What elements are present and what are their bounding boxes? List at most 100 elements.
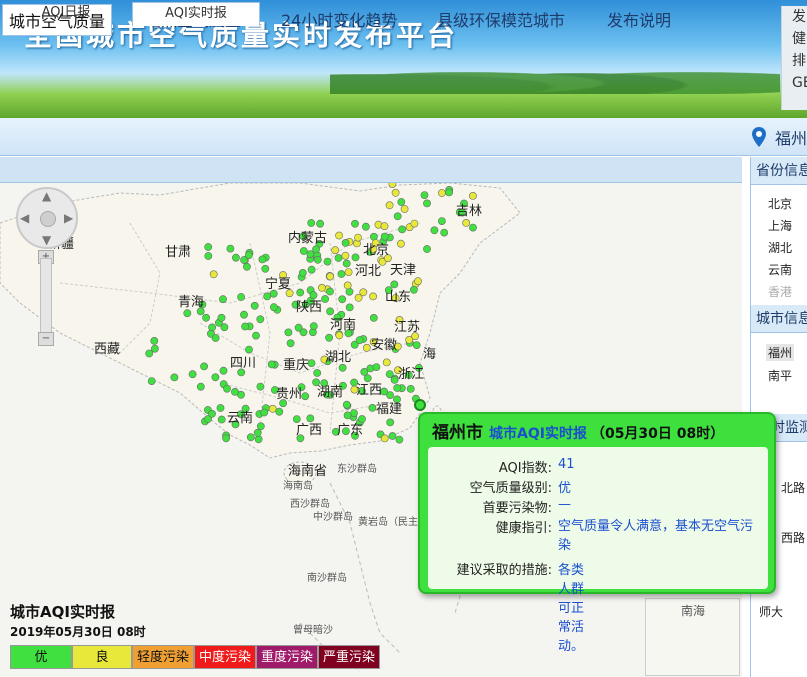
- city-marker[interactable]: [343, 411, 352, 420]
- nav-24h-trend[interactable]: 24小时变化趋势: [281, 7, 397, 31]
- city-marker[interactable]: [437, 217, 446, 225]
- city-marker[interactable]: [355, 336, 364, 345]
- city-marker[interactable]: [440, 228, 449, 237]
- city-marker[interactable]: [211, 373, 220, 382]
- city-marker[interactable]: [414, 277, 422, 286]
- city-marker[interactable]: [313, 369, 322, 377]
- city-marker[interactable]: [334, 254, 343, 262]
- province-item[interactable]: 湖北: [768, 239, 792, 256]
- pan-center-icon[interactable]: [40, 211, 56, 227]
- tab-aqi-daily[interactable]: AQI日报: [0, 2, 132, 26]
- province-item[interactable]: 云南: [768, 261, 792, 278]
- city-marker[interactable]: [345, 303, 354, 312]
- nav-release-notes[interactable]: 发布说明: [607, 7, 671, 31]
- city-marker[interactable]: [469, 223, 477, 232]
- city-marker[interactable]: [380, 434, 389, 443]
- city-item-selected[interactable]: 福州: [766, 344, 795, 361]
- city-marker[interactable]: [410, 219, 419, 228]
- city-marker[interactable]: [263, 292, 272, 301]
- city-marker[interactable]: [269, 303, 278, 312]
- city-marker[interactable]: [145, 349, 154, 358]
- city-marker[interactable]: [354, 233, 362, 242]
- province-item[interactable]: 上海: [768, 217, 792, 234]
- city-marker[interactable]: [306, 250, 315, 258]
- banner-side-line[interactable]: 发: [782, 6, 807, 28]
- city-marker[interactable]: [323, 257, 332, 266]
- pan-up-icon[interactable]: ▲: [42, 189, 51, 203]
- city-marker[interactable]: [351, 219, 359, 228]
- city-marker[interactable]: [217, 415, 226, 424]
- city-marker[interactable]: [267, 360, 276, 369]
- city-marker[interactable]: [301, 392, 310, 401]
- city-marker[interactable]: [372, 363, 381, 371]
- city-marker[interactable]: [388, 432, 397, 440]
- city-marker[interactable]: [226, 244, 235, 253]
- city-marker[interactable]: [216, 404, 225, 412]
- city-marker[interactable]: [344, 268, 353, 276]
- city-marker[interactable]: [196, 382, 205, 391]
- city-marker[interactable]: [337, 270, 346, 278]
- city-marker[interactable]: [354, 293, 363, 302]
- city-marker[interactable]: [317, 283, 326, 292]
- city-marker[interactable]: [369, 292, 377, 301]
- city-marker[interactable]: [341, 251, 350, 260]
- city-marker[interactable]: [241, 322, 249, 331]
- city-marker[interactable]: [325, 333, 333, 342]
- popup-subtitle-link[interactable]: 城市AQI实时报: [489, 426, 587, 442]
- city-marker[interactable]: [231, 387, 239, 396]
- city-marker[interactable]: [268, 404, 277, 413]
- city-marker[interactable]: [202, 313, 210, 322]
- city-marker[interactable]: [244, 251, 253, 260]
- city-marker[interactable]: [335, 231, 343, 240]
- pan-left-icon[interactable]: ◀: [20, 211, 29, 225]
- nav-county-model-cities[interactable]: 县级环保模范城市: [437, 7, 565, 31]
- city-marker[interactable]: [237, 293, 245, 301]
- city-marker[interactable]: [342, 400, 351, 409]
- city-marker[interactable]: [385, 370, 394, 378]
- city-marker[interactable]: [342, 259, 351, 268]
- city-marker[interactable]: [200, 362, 208, 371]
- city-marker[interactable]: [183, 309, 192, 318]
- city-marker[interactable]: [326, 287, 334, 296]
- city-marker[interactable]: [286, 339, 295, 348]
- city-marker[interactable]: [309, 322, 318, 331]
- city-marker[interactable]: [258, 255, 267, 264]
- province-item[interactable]: 香港: [768, 283, 792, 300]
- city-marker[interactable]: [307, 219, 316, 227]
- city-marker[interactable]: [397, 198, 406, 206]
- city-marker[interactable]: [382, 358, 391, 367]
- city-item[interactable]: 南平: [768, 367, 792, 384]
- city-marker[interactable]: [250, 301, 259, 310]
- pan-down-icon[interactable]: ▼: [42, 233, 51, 247]
- city-marker[interactable]: [412, 341, 421, 349]
- city-marker[interactable]: [260, 408, 269, 417]
- city-marker[interactable]: [219, 295, 227, 304]
- pan-right-icon[interactable]: ▶: [64, 211, 73, 225]
- city-marker[interactable]: [150, 344, 159, 353]
- city-marker[interactable]: [405, 335, 414, 344]
- city-marker[interactable]: [468, 191, 477, 200]
- tab-aqi-realtime[interactable]: AQI实时报: [132, 2, 260, 26]
- city-marker[interactable]: [211, 334, 220, 342]
- city-marker[interactable]: [338, 295, 347, 304]
- city-marker[interactable]: [341, 239, 350, 247]
- city-marker[interactable]: [242, 262, 251, 271]
- city-marker[interactable]: [338, 363, 347, 372]
- city-marker[interactable]: [398, 225, 406, 234]
- city-marker[interactable]: [208, 409, 216, 418]
- city-marker[interactable]: [170, 373, 179, 382]
- city-marker[interactable]: [223, 384, 231, 393]
- city-marker[interactable]: [400, 205, 409, 213]
- city-marker[interactable]: [217, 313, 226, 322]
- city-marker[interactable]: [204, 243, 213, 251]
- city-marker[interactable]: [380, 222, 389, 231]
- city-marker[interactable]: [423, 199, 431, 208]
- city-marker[interactable]: [150, 336, 159, 345]
- city-marker[interactable]: [204, 252, 213, 260]
- zoom-slider[interactable]: [40, 258, 52, 338]
- monitor-item[interactable]: 西路: [781, 529, 805, 546]
- city-marker[interactable]: [299, 247, 308, 255]
- city-marker[interactable]: [445, 188, 453, 197]
- map-pan-control[interactable]: ▲ ▼ ◀ ▶: [16, 187, 78, 249]
- city-marker[interactable]: [406, 384, 415, 393]
